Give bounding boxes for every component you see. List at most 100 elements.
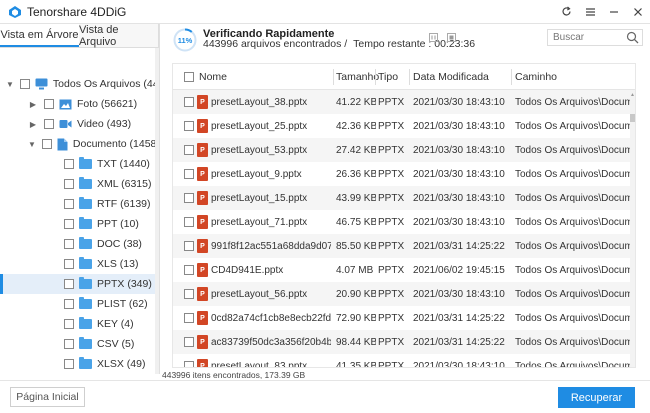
tree-item[interactable]: KEY (4)	[0, 314, 159, 334]
tree-item[interactable]: DOC (38)	[0, 234, 159, 254]
table-row[interactable]: P0cd82a74cf1cb8e8ecb22fd8... 72.90 KBPPTX…	[173, 306, 631, 330]
tree-checkbox[interactable]	[44, 119, 54, 129]
folder-icon	[79, 257, 92, 269]
tree-item[interactable]: PPT (10)	[0, 214, 159, 234]
tree-item[interactable]: CSV (5)	[0, 334, 159, 354]
tree-checkbox[interactable]	[64, 339, 74, 349]
tab-tree-view[interactable]: Vista em Árvore	[0, 24, 79, 47]
row-checkbox[interactable]	[184, 337, 194, 347]
tree-item[interactable]: TXT (1440)	[0, 154, 159, 174]
hamburger-icon[interactable]	[578, 0, 602, 24]
cell-modified: 2021/06/02 19:45:15	[413, 264, 505, 276]
search-icon[interactable]	[626, 31, 639, 44]
row-checkbox[interactable]	[184, 217, 194, 227]
scrollbar-thumb[interactable]	[630, 114, 635, 122]
column-divider[interactable]	[375, 69, 376, 85]
tree-item[interactable]: PLIST (62)	[0, 294, 159, 314]
cell-type: PPTX	[378, 120, 405, 132]
table-row[interactable]: PpresetLayout_83.pptx 41.35 KB PPTX 2021/03…	[173, 354, 631, 367]
tree-item-label: PPT (10)	[97, 218, 139, 230]
tree-checkbox[interactable]	[19, 79, 30, 89]
row-checkbox[interactable]	[184, 265, 194, 275]
column-name[interactable]: Nome	[199, 64, 227, 90]
tree-item[interactable]: PPTX (349)	[0, 274, 159, 294]
tree-item[interactable]: ▶ Video (493)	[0, 114, 159, 134]
tree-item[interactable]: XLSX (49)	[0, 354, 159, 374]
scroll-up-icon[interactable]: ▲	[630, 92, 635, 98]
video-icon	[59, 119, 72, 129]
cell-path: Todos Os Arquivos\Docum...	[515, 240, 631, 252]
tree-item-label: Todos Os Arquivos (44399	[52, 78, 159, 90]
refresh-icon[interactable]	[554, 0, 578, 24]
table-row[interactable]: P 991f8f12ac551a68dda9d07f... 85.50 KB PPTX…	[173, 234, 631, 258]
row-checkbox[interactable]	[184, 241, 194, 251]
select-all-checkbox[interactable]	[184, 72, 194, 82]
tab-file-view[interactable]: Vista de Arquivo	[79, 24, 159, 48]
column-size[interactable]: Tamanho	[336, 64, 379, 90]
cell-modified: 2021/03/30 18:43:10	[413, 96, 505, 108]
table-row[interactable]: PpresetLayout_53.pptx 27.42 KB PPTX 2021/03…	[173, 138, 631, 162]
row-checkbox[interactable]	[184, 121, 194, 131]
close-icon[interactable]	[626, 0, 650, 24]
row-checkbox[interactable]	[184, 313, 194, 323]
tree-item[interactable]: RTF (6139)	[0, 194, 159, 214]
row-checkbox[interactable]	[184, 193, 194, 203]
tree-item[interactable]: XLS (13)	[0, 254, 159, 274]
tree-checkbox[interactable]	[64, 279, 74, 289]
table-row[interactable]: PpresetLayout_38.pptx 41.22 KB PPTX 2021/03…	[173, 90, 631, 114]
pptx-file-icon: P	[197, 335, 208, 349]
table-row[interactable]: Pac83739f50dc3a356f20b4b3... 98.44 KBPPTX…	[173, 330, 631, 354]
table-row[interactable]: PpresetLayout_56.pptx 20.90 KB PPTX 2021/03…	[173, 282, 631, 306]
tree-checkbox[interactable]	[64, 179, 74, 189]
table-row[interactable]: PpresetLayout_15.pptx 43.99 KB PPTX 2021/03…	[173, 186, 631, 210]
tree-checkbox[interactable]	[64, 319, 74, 329]
tree-checkbox[interactable]	[44, 99, 54, 109]
tree-checkbox[interactable]	[64, 239, 74, 249]
tree-checkbox[interactable]	[64, 299, 74, 309]
column-divider[interactable]	[333, 69, 334, 85]
tree-checkbox[interactable]	[64, 219, 74, 229]
stop-icon[interactable]	[447, 33, 456, 42]
tree-item[interactable]: XML (6315)	[0, 174, 159, 194]
tree-checkbox[interactable]	[64, 159, 74, 169]
cell-modified: 2021/03/30 18:43:10	[413, 216, 505, 228]
tree-item[interactable]: ▼ Todos Os Arquivos (44399	[0, 74, 159, 94]
row-checkbox[interactable]	[184, 169, 194, 179]
tree-checkbox[interactable]	[64, 359, 74, 369]
column-path[interactable]: Caminho	[515, 64, 557, 90]
pause-icon[interactable]	[429, 33, 438, 42]
column-divider[interactable]	[511, 69, 512, 85]
cell-name: presetLayout_25.pptx	[211, 120, 308, 132]
row-checkbox[interactable]	[184, 97, 194, 107]
view-tabs: Vista em Árvore Vista de Arquivo	[0, 24, 159, 48]
tree-checkbox[interactable]	[64, 259, 74, 269]
column-type[interactable]: Tipo	[378, 64, 398, 90]
cell-name: CD4D941E.pptx	[211, 264, 284, 276]
home-button[interactable]: Página Inicial	[10, 387, 85, 407]
table-row[interactable]: PpresetLayout_71.pptx 46.75 KB PPTX 2021/03…	[173, 210, 631, 234]
expanded-arrow-icon[interactable]: ▼	[6, 80, 14, 89]
cell-modified: 2021/03/31 14:25:22	[413, 312, 505, 324]
table-scrollbar[interactable]: ▲	[630, 90, 635, 367]
collapsed-arrow-icon[interactable]: ▶	[28, 120, 38, 129]
table-row[interactable]: P CD4D941E.pptx 4.07 MB PPTX 2021/06/02 19:4…	[173, 258, 631, 282]
collapsed-arrow-icon[interactable]: ▶	[28, 100, 38, 109]
column-modified[interactable]: Data Modificada	[413, 64, 489, 90]
found-count: 443996 arquivos encontrados /	[203, 38, 348, 50]
table-row[interactable]: PpresetLayout_25.pptx 42.36 KB PPTX 2021/03…	[173, 114, 631, 138]
search-input[interactable]	[548, 30, 624, 45]
row-checkbox[interactable]	[184, 361, 194, 367]
cell-modified: 2021/03/31 14:25:22	[413, 336, 505, 348]
recover-button[interactable]: Recuperar	[558, 387, 635, 408]
column-divider[interactable]	[409, 69, 410, 85]
tree-checkbox[interactable]	[64, 199, 74, 209]
tree-checkbox[interactable]	[41, 139, 52, 149]
tree-item[interactable]: ▶ Foto (56621)	[0, 94, 159, 114]
tree-scrollbar[interactable]	[155, 48, 159, 374]
table-row[interactable]: PpresetLayout_9.pptx 26.36 KB PPTX 2021/03/…	[173, 162, 631, 186]
tree-item[interactable]: ▼ Documento (14583)	[0, 134, 159, 154]
expanded-arrow-icon[interactable]: ▼	[28, 140, 36, 149]
row-checkbox[interactable]	[184, 289, 194, 299]
minimize-icon[interactable]	[602, 0, 626, 24]
row-checkbox[interactable]	[184, 145, 194, 155]
